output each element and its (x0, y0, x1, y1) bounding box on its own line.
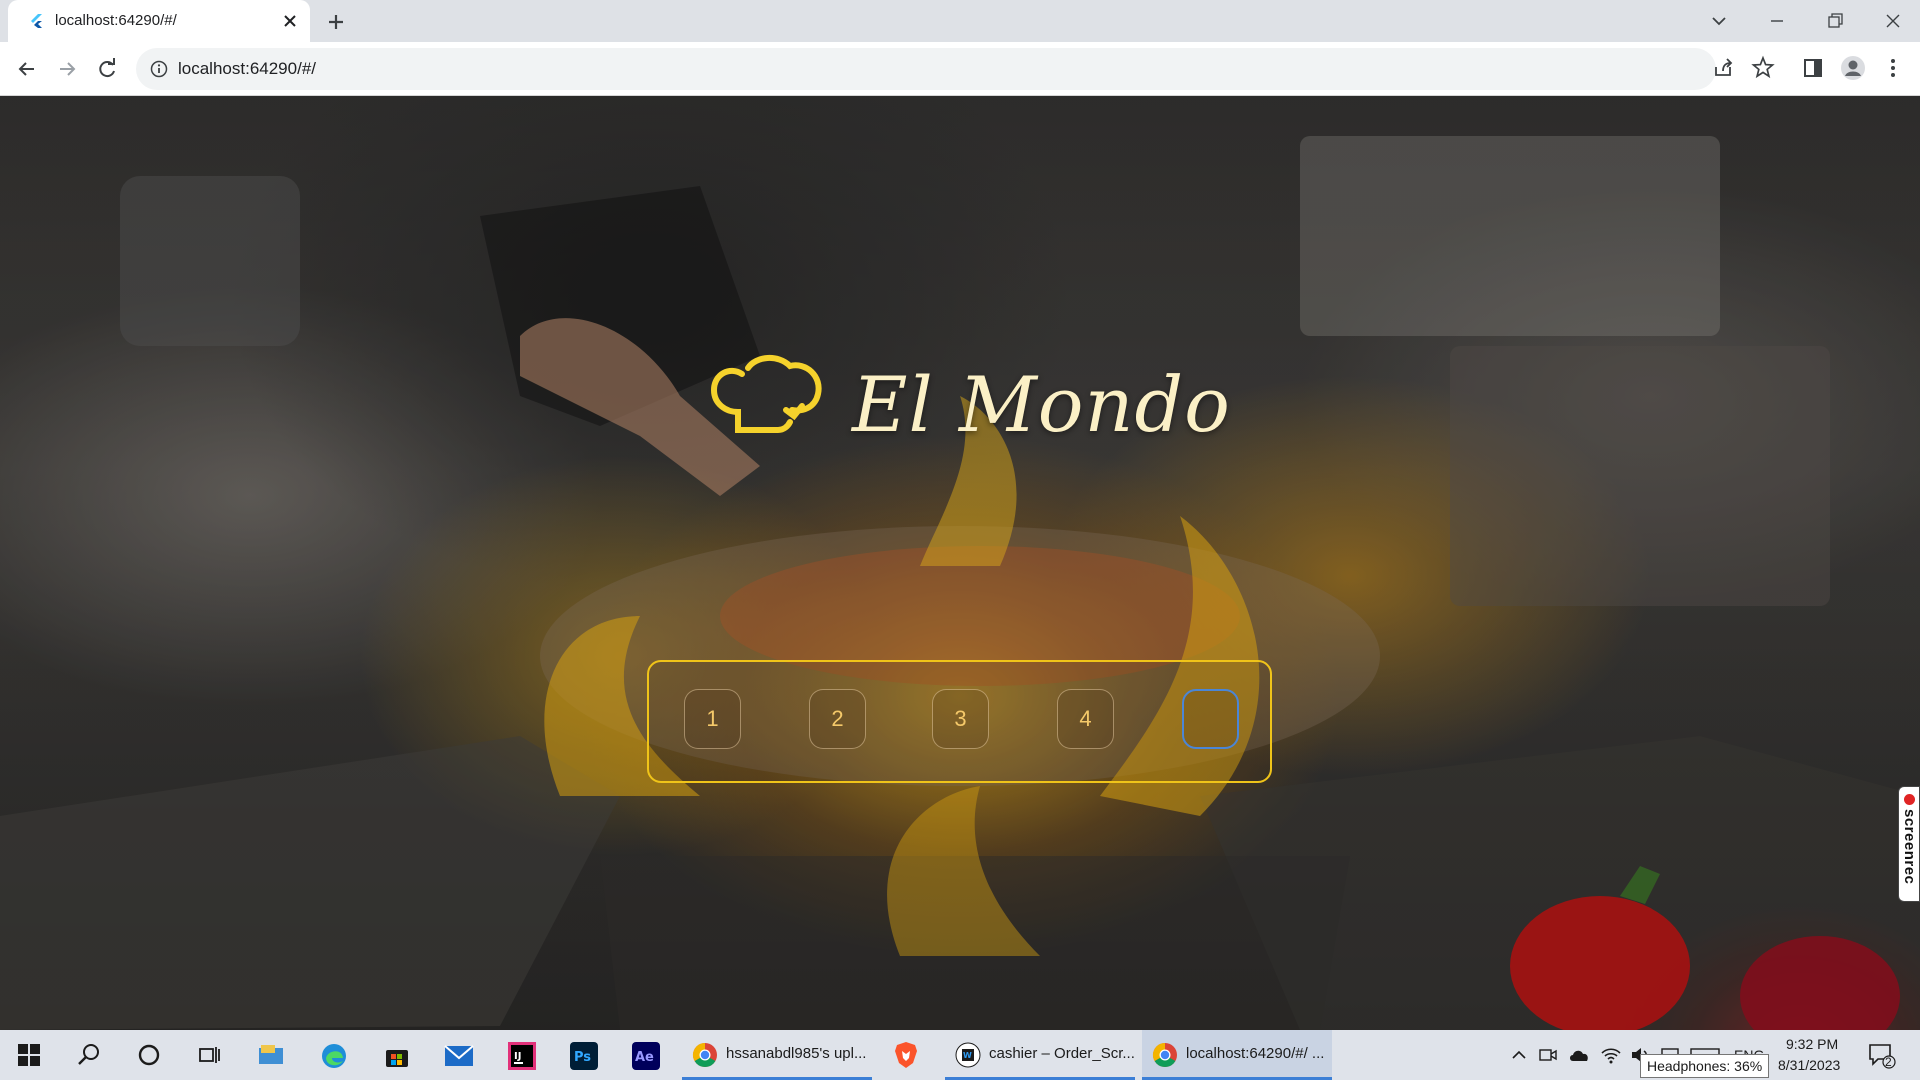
pin-digit-2[interactable]: 2 (809, 689, 866, 749)
show-hidden-icons-chevron-icon[interactable] (1510, 1046, 1528, 1064)
store-icon[interactable] (384, 1043, 410, 1069)
new-tab-icon[interactable] (324, 10, 348, 34)
tab-search-icon[interactable] (1704, 6, 1734, 36)
clock-date[interactable]: 8/31/2023 (1778, 1057, 1840, 1073)
task-view-icon[interactable] (197, 1043, 221, 1067)
taskbar-app-webstorm-cashier[interactable]: W cashier – Order_Scr... (945, 1030, 1135, 1080)
browser-tab[interactable]: localhost:64290/#/ (8, 0, 310, 42)
notifications-count: 2 (1885, 1055, 1892, 1069)
windows-taskbar: IJ Ps Ae hssanabdl985's upl... W cashier… (0, 1030, 1920, 1080)
minimize-icon[interactable] (1762, 6, 1792, 36)
browser-tabstrip: localhost:64290/#/ (0, 0, 1920, 42)
chef-hat-logo-icon (710, 355, 822, 433)
pin-digit-3[interactable]: 3 (932, 689, 989, 749)
pin-digit-4[interactable]: 4 (1057, 689, 1114, 749)
search-icon[interactable] (77, 1043, 101, 1067)
close-window-icon[interactable] (1878, 6, 1908, 36)
address-bar[interactable]: localhost:64290/#/ (136, 48, 1716, 90)
intellij-icon[interactable]: IJ (508, 1042, 536, 1070)
forward-icon[interactable] (54, 56, 80, 82)
close-tab-icon[interactable] (280, 11, 300, 31)
meet-now-icon[interactable] (1538, 1045, 1558, 1065)
side-panel-icon[interactable] (1800, 55, 1826, 81)
page-viewport: El Mondo 1 2 3 4 screenrec (0, 96, 1920, 1030)
brand-header: El Mondo (702, 346, 1230, 456)
tab-title: localhost:64290/#/ (55, 12, 177, 29)
webstorm-icon: W (955, 1042, 981, 1068)
taskbar-app-chrome-upload[interactable]: hssanabdl985's upl... (682, 1030, 872, 1080)
brave-icon[interactable] (893, 1041, 919, 1069)
profile-avatar-icon[interactable] (1840, 55, 1866, 81)
after-effects-icon[interactable]: Ae (632, 1042, 660, 1070)
svg-text:IJ: IJ (514, 1051, 521, 1062)
photoshop-icon[interactable]: Ps (570, 1042, 598, 1070)
svg-text:Ps: Ps (574, 1050, 591, 1065)
site-info-icon[interactable] (150, 60, 168, 78)
restore-icon[interactable] (1820, 6, 1850, 36)
cortana-icon[interactable] (137, 1043, 161, 1067)
svg-text:Ae: Ae (635, 1050, 654, 1065)
pin-code-panel: 1 2 3 4 (647, 660, 1272, 783)
chrome-icon (692, 1043, 717, 1068)
reload-icon[interactable] (94, 56, 120, 82)
chrome-icon (1152, 1043, 1177, 1068)
onedrive-cloud-icon[interactable] (1568, 1045, 1590, 1065)
bookmark-star-icon[interactable] (1750, 55, 1776, 81)
url-text[interactable]: localhost:64290/#/ (178, 59, 316, 79)
record-dot-icon (1904, 794, 1915, 805)
browser-toolbar: localhost:64290/#/ (0, 42, 1920, 96)
taskbar-app-chrome-localhost[interactable]: localhost:64290/#/ ... (1142, 1030, 1332, 1080)
wifi-icon[interactable] (1600, 1045, 1622, 1065)
edge-icon[interactable] (320, 1042, 348, 1070)
taskbar-app-label: hssanabdl985's upl... (726, 1045, 867, 1062)
taskbar-app-label: cashier – Order_Scr... (989, 1045, 1135, 1062)
pin-digit-1[interactable]: 1 (684, 689, 741, 749)
brand-name: El Mondo (852, 360, 1231, 449)
screenrec-widget[interactable]: screenrec (1898, 786, 1920, 902)
file-explorer-icon[interactable] (257, 1042, 285, 1068)
pin-digit-5[interactable] (1182, 689, 1239, 749)
flutter-icon (31, 14, 42, 28)
headphones-tooltip: Headphones: 36% (1640, 1054, 1770, 1078)
screenrec-label: screenrec (1901, 809, 1918, 885)
clock-time[interactable]: 9:32 PM (1786, 1036, 1838, 1052)
windows-start-icon[interactable] (17, 1043, 41, 1067)
mail-icon[interactable] (444, 1044, 474, 1068)
background-shade (0, 96, 1920, 1030)
share-icon[interactable] (1710, 55, 1736, 81)
taskbar-app-label: localhost:64290/#/ ... (1186, 1045, 1325, 1062)
back-icon[interactable] (14, 56, 40, 82)
svg-text:W: W (963, 1051, 972, 1060)
browser-menu-icon[interactable] (1880, 55, 1906, 81)
